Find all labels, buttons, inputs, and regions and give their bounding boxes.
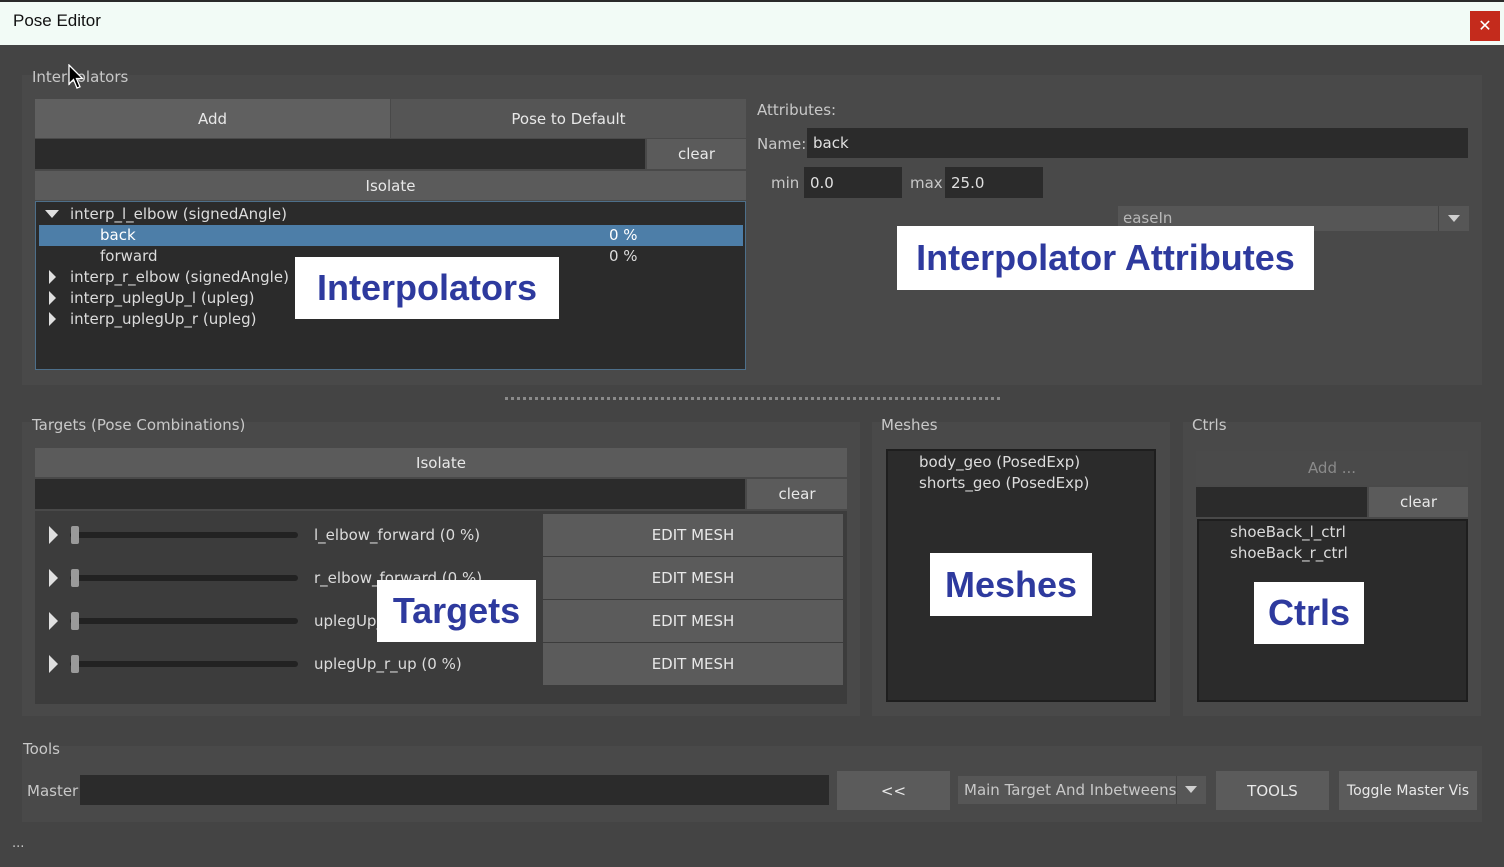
name-input[interactable]: back bbox=[807, 128, 1468, 158]
meshes-group-label: Meshes bbox=[881, 416, 938, 434]
tree-item-value: 0 % bbox=[609, 247, 638, 265]
interpolator-attributes-overlay-label: Interpolator Attributes bbox=[897, 226, 1314, 290]
back-button[interactable]: << bbox=[837, 771, 950, 810]
interp-type-value: easeIn bbox=[1123, 209, 1173, 227]
targets-overlay-label: Targets bbox=[377, 580, 536, 642]
slider-handle[interactable] bbox=[71, 569, 79, 587]
pose-to-default-button[interactable]: Pose to Default bbox=[391, 99, 746, 138]
slider-handle[interactable] bbox=[71, 612, 79, 630]
target-weight-slider[interactable] bbox=[70, 661, 298, 667]
slider-handle[interactable] bbox=[71, 526, 79, 544]
tools-button[interactable]: TOOLS bbox=[1216, 771, 1329, 810]
tree-item-label: forward bbox=[100, 247, 158, 265]
max-label: max bbox=[910, 174, 943, 192]
tree-item-label: interp_l_elbow (signedAngle) bbox=[70, 205, 287, 223]
target-label: uplegUp_r_up (0 %) bbox=[314, 655, 462, 673]
targets-filter-input[interactable] bbox=[35, 479, 745, 509]
window-title: Pose Editor bbox=[13, 11, 101, 30]
list-item[interactable]: shorts_geo (PosedExp) bbox=[919, 473, 1089, 494]
master-input[interactable] bbox=[80, 775, 829, 805]
expand-arrow-right-icon[interactable] bbox=[49, 612, 58, 630]
interpolator-filter-input[interactable] bbox=[35, 139, 645, 169]
list-item[interactable]: shoeBack_r_ctrl bbox=[1230, 543, 1348, 564]
expand-arrow-right-icon[interactable] bbox=[49, 270, 56, 284]
name-label: Name: bbox=[757, 135, 807, 153]
tree-item-label: interp_uplegUp_r (upleg) bbox=[70, 310, 257, 328]
interpolators-overlay-label: Interpolators bbox=[295, 257, 559, 319]
list-item[interactable]: shoeBack_l_ctrl bbox=[1230, 522, 1346, 543]
interpolator-clear-button[interactable]: clear bbox=[647, 139, 746, 169]
mode-dropdown[interactable]: Main Target And Inbetweens bbox=[958, 776, 1206, 804]
meshes-overlay-label: Meshes bbox=[930, 553, 1092, 616]
target-weight-slider[interactable] bbox=[70, 575, 298, 581]
splitter-handle[interactable] bbox=[505, 397, 1000, 400]
list-item[interactable]: body_geo (PosedExp) bbox=[919, 452, 1080, 473]
dropdown-divider bbox=[1438, 206, 1439, 231]
chevron-down-icon bbox=[1185, 786, 1197, 793]
edit-mesh-button[interactable]: EDIT MESH bbox=[543, 514, 843, 556]
attributes-section-label: Attributes: bbox=[757, 101, 837, 119]
target-label: l_elbow_forward (0 %) bbox=[314, 526, 481, 544]
targets-clear-button[interactable]: clear bbox=[747, 479, 847, 509]
slider-handle[interactable] bbox=[71, 655, 79, 673]
mode-value: Main Target And Inbetweens bbox=[964, 781, 1177, 799]
add-interpolator-button[interactable]: Add bbox=[35, 99, 390, 138]
expand-arrow-right-icon[interactable] bbox=[49, 569, 58, 587]
tree-item-value: 0 % bbox=[609, 226, 638, 244]
expand-arrow-right-icon[interactable] bbox=[49, 655, 58, 673]
targets-group-label: Targets (Pose Combinations) bbox=[32, 416, 246, 434]
ctrls-filter-input[interactable] bbox=[1196, 487, 1367, 517]
tree-item-interp-l-elbow[interactable]: interp_l_elbow (signedAngle) bbox=[39, 204, 743, 225]
chevron-down-icon bbox=[1448, 215, 1460, 222]
expand-arrow-right-icon[interactable] bbox=[49, 526, 58, 544]
min-label: min bbox=[771, 174, 800, 192]
mouse-cursor-icon bbox=[68, 64, 84, 89]
target-weight-slider[interactable] bbox=[70, 532, 298, 538]
ctrls-group-label: Ctrls bbox=[1192, 416, 1227, 434]
target-weight-slider[interactable] bbox=[70, 618, 298, 624]
max-input[interactable]: 25.0 bbox=[945, 167, 1043, 198]
ctrls-clear-button[interactable]: clear bbox=[1369, 487, 1468, 517]
status-text: ... bbox=[12, 836, 25, 851]
dropdown-divider bbox=[1176, 776, 1177, 804]
tree-item-back[interactable]: back 0 % bbox=[39, 225, 743, 246]
tree-item-label: back bbox=[100, 226, 136, 244]
edit-mesh-button[interactable]: EDIT MESH bbox=[543, 643, 843, 685]
targets-isolate-button[interactable]: Isolate bbox=[35, 448, 847, 477]
master-label: Master bbox=[27, 782, 79, 800]
toggle-master-vis-button[interactable]: Toggle Master Vis bbox=[1339, 771, 1477, 810]
expand-arrow-right-icon[interactable] bbox=[49, 312, 56, 326]
tree-item-label: interp_r_elbow (signedAngle) bbox=[70, 268, 289, 286]
min-input[interactable]: 0.0 bbox=[804, 167, 902, 198]
title-bar bbox=[0, 0, 1504, 45]
expand-arrow-down-icon[interactable] bbox=[45, 210, 59, 218]
edit-mesh-button[interactable]: EDIT MESH bbox=[543, 557, 843, 599]
tools-group-label: Tools bbox=[23, 740, 60, 758]
expand-arrow-right-icon[interactable] bbox=[49, 291, 56, 305]
tree-item-label: interp_uplegUp_l (upleg) bbox=[70, 289, 255, 307]
add-ctrl-button[interactable]: Add ... bbox=[1196, 451, 1468, 485]
close-icon: ✕ bbox=[1478, 16, 1492, 35]
interpolator-isolate-button[interactable]: Isolate bbox=[35, 171, 746, 200]
edit-mesh-button[interactable]: EDIT MESH bbox=[543, 600, 843, 642]
ctrls-overlay-label: Ctrls bbox=[1254, 582, 1364, 644]
close-button[interactable]: ✕ bbox=[1470, 11, 1500, 41]
